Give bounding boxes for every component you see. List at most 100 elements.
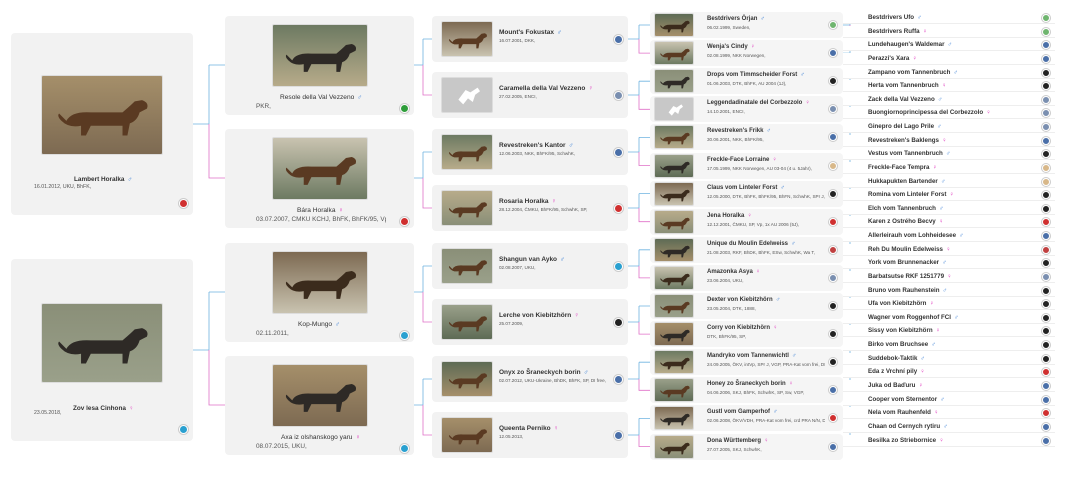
ancestor-row-24[interactable]: Sissy von Kiebitzhörn ♀ bbox=[843, 325, 1055, 338]
dog-name[interactable]: Chaan od Cernych rytiru ♂ bbox=[868, 423, 948, 430]
dog-name[interactable]: Honey zo Šraneckych borin ♀ bbox=[707, 381, 793, 387]
ancestor-row-30[interactable]: Nela vom Rauhenfeld ♀ bbox=[843, 407, 1055, 420]
dog-name[interactable]: Suddebok-Taktik ♂ bbox=[868, 355, 925, 362]
parent-card-1[interactable]: Resole della Val Vezzeno ♂ PKR, bbox=[225, 16, 414, 115]
great-grandparent-card-11[interactable]: Dexter von Kiebitzhörn ♂ 23.05.2004, DTK, … bbox=[650, 293, 843, 319]
grandparent-card-8[interactable]: Queenta Perniko ♀ 12.05.2013, bbox=[432, 412, 628, 458]
ancestor-row-32[interactable]: Besilka zo Striebornice ♀ bbox=[843, 434, 1055, 447]
dog-name[interactable]: Buongiornoprincipessa del Corbezzolo ♀ bbox=[868, 109, 991, 116]
ancestor-row-3[interactable]: Lundehaugen's Waldemar ♂ bbox=[843, 39, 1055, 52]
grandparent-card-1[interactable]: Mount's Fokustax ♂ 16.07.2001, DKK, bbox=[432, 16, 628, 62]
dog-name[interactable]: Besilka zo Striebornice ♀ bbox=[868, 437, 944, 444]
dog-photo[interactable] bbox=[654, 69, 694, 94]
dog-name[interactable]: Mount's Fokustax ♂ bbox=[499, 29, 562, 36]
great-grandparent-card-14[interactable]: Honey zo Šraneckych borin ♀ 04.06.2006, SK… bbox=[650, 377, 843, 404]
dog-name[interactable]: Lundehaugen's Waldemar ♂ bbox=[868, 41, 952, 48]
dog-name[interactable]: Elch vom Tannenbruch ♂ bbox=[868, 205, 944, 212]
dog-name[interactable]: Mandryko vom Tannenwichtl ♂ bbox=[707, 353, 796, 359]
dog-name[interactable]: Bestdrivers Ufo ♂ bbox=[868, 14, 922, 21]
ancestor-row-20[interactable]: Barbatsutse RKF 1251779 ♀ bbox=[843, 270, 1055, 283]
dog-name[interactable]: Herta vom Tannenbruch ♀ bbox=[868, 82, 946, 89]
dog-name[interactable]: Cooper vom Sternentor ♂ bbox=[868, 396, 945, 403]
dog-name[interactable]: Bruno vom Rauhenstein ♂ bbox=[868, 287, 947, 294]
grandparent-card-3[interactable]: Revestreken's Kantor ♂ 12.06.2003, NKK, Bh… bbox=[432, 129, 628, 175]
ancestor-row-19[interactable]: York vom Brunnenacker ♂ bbox=[843, 257, 1055, 270]
ancestor-row-25[interactable]: Birko vom Bruchsee ♂ bbox=[843, 339, 1055, 352]
great-grandparent-card-5[interactable]: Revestreken's Frikk ♂ 30.06.2001, NKK, BhF… bbox=[650, 124, 843, 151]
dog-name[interactable]: Bestdrivers Ruffa ♀ bbox=[868, 28, 927, 35]
great-grandparent-card-13[interactable]: Mandryko vom Tannenwichtl ♂ 24.09.2005, ÖK… bbox=[650, 349, 843, 376]
dog-photo[interactable] bbox=[441, 21, 493, 57]
dog-photo[interactable] bbox=[654, 350, 694, 375]
dog-name[interactable]: Freckle-Face Lorraine ♀ bbox=[707, 157, 777, 163]
dog-name[interactable]: Queenta Perniko ♀ bbox=[499, 425, 559, 432]
dog-name[interactable]: Bestdrivers Örjan ♂ bbox=[707, 16, 765, 22]
ancestor-row-13[interactable]: Hukkapukten Bartender ♂ bbox=[843, 175, 1055, 188]
dog-name[interactable]: Zack della Val Vezzeno ♂ bbox=[868, 96, 942, 103]
dog-photo[interactable] bbox=[41, 303, 163, 383]
great-grandparent-card-15[interactable]: Gustl vom Gamperhof ♂ 02.06.2008, ÖKV/VDH,… bbox=[650, 405, 843, 432]
dog-name[interactable]: Amazonka Asya ♀ bbox=[707, 269, 760, 275]
great-grandparent-card-10[interactable]: Amazonka Asya ♀ 23.06.2004, UKU, bbox=[650, 264, 843, 291]
grandparent-card-2[interactable]: Caramella della Val Vezzeno ♀ 27.02.2005, … bbox=[432, 72, 628, 118]
dog-name[interactable]: Gustl vom Gamperhof ♂ bbox=[707, 409, 778, 415]
dog-name[interactable]: Allerleirauh vom Lohheidesee ♂ bbox=[868, 232, 964, 239]
dog-name[interactable]: Wenja's Cindy ♀ bbox=[707, 44, 755, 50]
dog-name[interactable]: Lambert Horalka ♂ bbox=[74, 176, 132, 183]
ancestor-row-5[interactable]: Zampano vom Tannenbruch ♂ bbox=[843, 66, 1055, 79]
subject-card-1[interactable]: Lambert Horalka ♂ 16.01.2012, UKU, BhFK, bbox=[11, 33, 193, 215]
dog-name[interactable]: Resole della Val Vezzeno ♂ bbox=[280, 94, 362, 101]
dog-name[interactable]: Ufa von Kiebitzhörn ♀ bbox=[868, 300, 934, 307]
dog-photo[interactable] bbox=[272, 364, 368, 427]
great-grandparent-card-4[interactable]: Leggendadinatale del Corbezzolo ♀ 14.10.20… bbox=[650, 96, 843, 123]
dog-name[interactable]: Juka od Baďuru ♀ bbox=[868, 382, 923, 389]
dog-photo[interactable] bbox=[654, 378, 694, 403]
ancestor-row-2[interactable]: Bestdrivers Ruffa ♀ bbox=[843, 25, 1055, 38]
dog-photo[interactable] bbox=[654, 322, 694, 347]
ancestor-row-6[interactable]: Herta vom Tannenbruch ♀ bbox=[843, 80, 1055, 93]
dog-name[interactable]: Sissy von Kiebitzhörn ♀ bbox=[868, 327, 940, 334]
dog-photo[interactable] bbox=[272, 251, 368, 314]
dog-photo[interactable] bbox=[441, 361, 493, 397]
ancestor-row-26[interactable]: Suddebok-Taktik ♂ bbox=[843, 352, 1055, 365]
ancestor-row-7[interactable]: Zack della Val Vezzeno ♂ bbox=[843, 93, 1055, 106]
great-grandparent-card-2[interactable]: Wenja's Cindy ♀ 02.08.1999, NKK Norwegen, bbox=[650, 40, 843, 67]
dog-name[interactable]: Axa iz olshanskogo yaru ♀ bbox=[281, 434, 360, 441]
dog-name[interactable]: Reh Du Moulin Edelweiss ♀ bbox=[868, 246, 951, 253]
dog-name[interactable]: Nela vom Rauhenfeld ♀ bbox=[868, 409, 939, 416]
dog-photo[interactable] bbox=[272, 137, 368, 200]
dog-photo[interactable] bbox=[654, 125, 694, 150]
grandparent-card-6[interactable]: Lerche von Kiebitzhörn ♀ 25.07.2009, bbox=[432, 299, 628, 345]
dog-name[interactable]: Onyx zo Šraneckych borin ♂ bbox=[499, 369, 589, 376]
dog-name[interactable]: Dexter von Kiebitzhörn ♂ bbox=[707, 297, 780, 303]
ancestor-row-18[interactable]: Reh Du Moulin Edelweiss ♀ bbox=[843, 243, 1055, 256]
dog-photo[interactable] bbox=[654, 153, 694, 178]
ancestor-row-4[interactable]: Perazzi's Xara ♀ bbox=[843, 52, 1055, 65]
dog-name[interactable]: Perazzi's Xara ♀ bbox=[868, 55, 917, 62]
dog-name[interactable]: Birko vom Bruchsee ♂ bbox=[868, 341, 936, 348]
ancestor-row-11[interactable]: Vestus vom Tannenbruch ♂ bbox=[843, 148, 1055, 161]
dog-photo[interactable] bbox=[654, 434, 694, 459]
dog-photo[interactable] bbox=[654, 13, 694, 37]
ancestor-row-15[interactable]: Elch vom Tannenbruch ♂ bbox=[843, 202, 1055, 215]
dog-photo[interactable] bbox=[441, 304, 493, 340]
dog-name[interactable]: Romina vom Linteler Forst ♀ bbox=[868, 191, 954, 198]
dog-name[interactable]: Zampano vom Tannenbruch ♂ bbox=[868, 69, 958, 76]
dog-name[interactable]: Barbatsutse RKF 1251779 ♀ bbox=[868, 273, 952, 280]
great-grandparent-card-7[interactable]: Claus vom Linteler Forst ♂ 12.05.2000, DTK… bbox=[650, 180, 843, 207]
great-grandparent-card-16[interactable]: Dona Württemberg ♀ 27.07.2005, SKJ, SchwhK… bbox=[650, 433, 843, 460]
grandparent-card-7[interactable]: Onyx zo Šraneckych borin ♂ 02.07.2012, UKU… bbox=[432, 356, 628, 402]
dog-name[interactable]: Revestreken's Frikk ♂ bbox=[707, 128, 771, 134]
parent-card-2[interactable]: Bára Horalka ♀ 03.07.2007, ČMKU KCHJ, BhFK… bbox=[225, 129, 414, 228]
dog-name[interactable]: Jena Horalka ♀ bbox=[707, 213, 752, 219]
dog-name[interactable]: Karen z Ostrého Becvy ♀ bbox=[868, 218, 943, 225]
ancestor-row-14[interactable]: Romina vom Linteler Forst ♀ bbox=[843, 189, 1055, 202]
dog-name[interactable]: Corry von Kiebitzhörn ♀ bbox=[707, 325, 778, 331]
ancestor-row-23[interactable]: Wagner vom Roggenhof FCI ♂ bbox=[843, 311, 1055, 324]
ancestor-row-21[interactable]: Bruno vom Rauhenstein ♂ bbox=[843, 284, 1055, 297]
dog-name[interactable]: Bára Horalka ♀ bbox=[297, 207, 343, 214]
parent-card-4[interactable]: Axa iz olshanskogo yaru ♀ 08.07.2015, UKU, bbox=[225, 356, 414, 455]
dog-name[interactable]: York vom Brunnenacker ♂ bbox=[868, 259, 947, 266]
dog-name[interactable]: Claus vom Linteler Forst ♂ bbox=[707, 185, 785, 191]
dog-photo[interactable] bbox=[654, 406, 694, 431]
